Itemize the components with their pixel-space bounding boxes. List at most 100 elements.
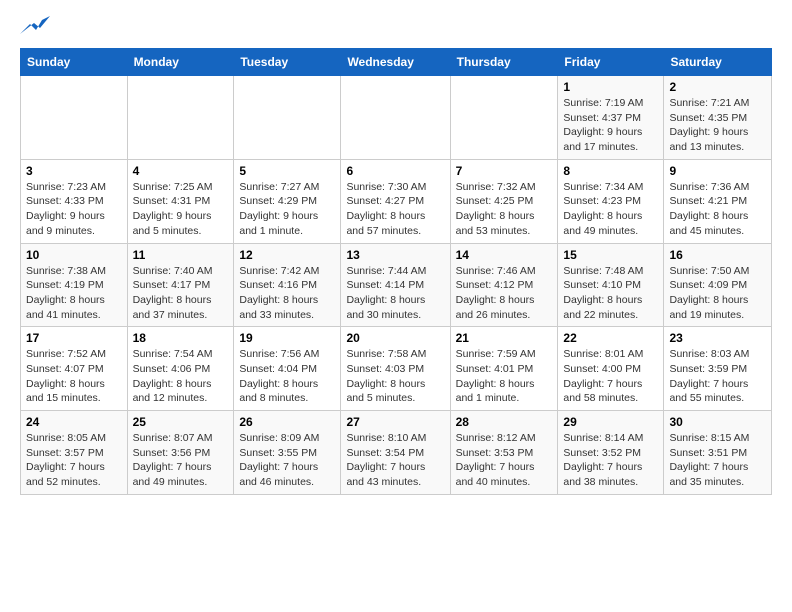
day-info: Sunrise: 7:42 AM Sunset: 4:16 PM Dayligh…	[239, 264, 335, 323]
day-info: Sunrise: 8:12 AM Sunset: 3:53 PM Dayligh…	[456, 431, 553, 490]
calendar-cell: 6 Sunrise: 7:30 AM Sunset: 4:27 PM Daylig…	[341, 159, 450, 243]
day-number: 16	[669, 248, 766, 262]
day-number: 17	[26, 331, 122, 345]
col-header-sunday: Sunday	[21, 49, 128, 76]
day-info: Sunrise: 8:09 AM Sunset: 3:55 PM Dayligh…	[239, 431, 335, 490]
day-info: Sunrise: 7:52 AM Sunset: 4:07 PM Dayligh…	[26, 347, 122, 406]
calendar-cell: 24Sunrise: 8:05 AM Sunset: 3:57 PM Dayli…	[21, 411, 128, 495]
day-info: Sunrise: 7:27 AM Sunset: 4:29 PM Dayligh…	[239, 180, 335, 239]
calendar-cell: 20 Sunrise: 7:58 AM Sunset: 4:03 PM Dayli…	[341, 327, 450, 411]
calendar-cell: 8 Sunrise: 7:34 AM Sunset: 4:23 PM Daylig…	[558, 159, 664, 243]
calendar-cell	[341, 76, 450, 160]
calendar-header-row: SundayMondayTuesdayWednesdayThursdayFrid…	[21, 49, 772, 76]
calendar-week-5: 24Sunrise: 8:05 AM Sunset: 3:57 PM Dayli…	[21, 411, 772, 495]
day-number: 24	[26, 415, 122, 429]
day-number: 5	[239, 164, 335, 178]
calendar-cell: 16 Sunrise: 7:50 AM Sunset: 4:09 PM Dayli…	[664, 243, 772, 327]
calendar-cell: 29 Sunrise: 8:14 AM Sunset: 3:52 PM Dayli…	[558, 411, 664, 495]
day-number: 23	[669, 331, 766, 345]
day-number: 26	[239, 415, 335, 429]
day-info: Sunrise: 7:21 AM Sunset: 4:35 PM Dayligh…	[669, 96, 766, 155]
calendar-cell: 28 Sunrise: 8:12 AM Sunset: 3:53 PM Dayli…	[450, 411, 558, 495]
day-number: 9	[669, 164, 766, 178]
day-info: Sunrise: 7:36 AM Sunset: 4:21 PM Dayligh…	[669, 180, 766, 239]
day-info: Sunrise: 7:59 AM Sunset: 4:01 PM Dayligh…	[456, 347, 553, 406]
calendar-cell: 14Sunrise: 7:46 AM Sunset: 4:12 PM Dayli…	[450, 243, 558, 327]
day-info: Sunrise: 7:50 AM Sunset: 4:09 PM Dayligh…	[669, 264, 766, 323]
calendar-cell: 17 Sunrise: 7:52 AM Sunset: 4:07 PM Dayli…	[21, 327, 128, 411]
day-info: Sunrise: 7:40 AM Sunset: 4:17 PM Dayligh…	[133, 264, 229, 323]
calendar-cell: 26 Sunrise: 8:09 AM Sunset: 3:55 PM Dayli…	[234, 411, 341, 495]
logo	[20, 16, 54, 38]
calendar-cell: 10 Sunrise: 7:38 AM Sunset: 4:19 PM Dayli…	[21, 243, 128, 327]
day-info: Sunrise: 8:14 AM Sunset: 3:52 PM Dayligh…	[563, 431, 658, 490]
calendar-cell: 18 Sunrise: 7:54 AM Sunset: 4:06 PM Dayli…	[127, 327, 234, 411]
calendar-cell: 9 Sunrise: 7:36 AM Sunset: 4:21 PM Daylig…	[664, 159, 772, 243]
day-info: Sunrise: 7:23 AM Sunset: 4:33 PM Dayligh…	[26, 180, 122, 239]
calendar-cell: 2 Sunrise: 7:21 AM Sunset: 4:35 PM Daylig…	[664, 76, 772, 160]
day-info: Sunrise: 7:48 AM Sunset: 4:10 PM Dayligh…	[563, 264, 658, 323]
day-number: 15	[563, 248, 658, 262]
day-number: 7	[456, 164, 553, 178]
calendar-cell	[127, 76, 234, 160]
day-number: 11	[133, 248, 229, 262]
day-number: 10	[26, 248, 122, 262]
day-info: Sunrise: 8:01 AM Sunset: 4:00 PM Dayligh…	[563, 347, 658, 406]
page-header	[20, 16, 772, 38]
col-header-thursday: Thursday	[450, 49, 558, 76]
calendar-cell: 12 Sunrise: 7:42 AM Sunset: 4:16 PM Dayli…	[234, 243, 341, 327]
day-info: Sunrise: 7:30 AM Sunset: 4:27 PM Dayligh…	[346, 180, 444, 239]
day-number: 21	[456, 331, 553, 345]
day-info: Sunrise: 8:10 AM Sunset: 3:54 PM Dayligh…	[346, 431, 444, 490]
day-info: Sunrise: 7:54 AM Sunset: 4:06 PM Dayligh…	[133, 347, 229, 406]
day-number: 8	[563, 164, 658, 178]
calendar-cell: 30Sunrise: 8:15 AM Sunset: 3:51 PM Dayli…	[664, 411, 772, 495]
calendar-cell: 13 Sunrise: 7:44 AM Sunset: 4:14 PM Dayli…	[341, 243, 450, 327]
calendar-week-3: 10 Sunrise: 7:38 AM Sunset: 4:19 PM Dayli…	[21, 243, 772, 327]
day-info: Sunrise: 8:03 AM Sunset: 3:59 PM Dayligh…	[669, 347, 766, 406]
calendar-cell: 7 Sunrise: 7:32 AM Sunset: 4:25 PM Daylig…	[450, 159, 558, 243]
calendar-cell: 3 Sunrise: 7:23 AM Sunset: 4:33 PM Daylig…	[21, 159, 128, 243]
day-number: 29	[563, 415, 658, 429]
day-number: 18	[133, 331, 229, 345]
day-number: 2	[669, 80, 766, 94]
calendar-cell: 22 Sunrise: 8:01 AM Sunset: 4:00 PM Dayli…	[558, 327, 664, 411]
day-number: 13	[346, 248, 444, 262]
col-header-saturday: Saturday	[664, 49, 772, 76]
calendar-week-2: 3 Sunrise: 7:23 AM Sunset: 4:33 PM Daylig…	[21, 159, 772, 243]
calendar-table: SundayMondayTuesdayWednesdayThursdayFrid…	[20, 48, 772, 495]
day-info: Sunrise: 7:19 AM Sunset: 4:37 PM Dayligh…	[563, 96, 658, 155]
col-header-monday: Monday	[127, 49, 234, 76]
day-info: Sunrise: 8:07 AM Sunset: 3:56 PM Dayligh…	[133, 431, 229, 490]
calendar-cell: 4 Sunrise: 7:25 AM Sunset: 4:31 PM Daylig…	[127, 159, 234, 243]
day-number: 4	[133, 164, 229, 178]
day-number: 14	[456, 248, 553, 262]
day-info: Sunrise: 7:32 AM Sunset: 4:25 PM Dayligh…	[456, 180, 553, 239]
day-info: Sunrise: 7:44 AM Sunset: 4:14 PM Dayligh…	[346, 264, 444, 323]
day-number: 25	[133, 415, 229, 429]
logo-icon	[20, 16, 50, 38]
day-number: 3	[26, 164, 122, 178]
calendar-cell: 1 Sunrise: 7:19 AM Sunset: 4:37 PM Daylig…	[558, 76, 664, 160]
calendar-cell: 15 Sunrise: 7:48 AM Sunset: 4:10 PM Dayli…	[558, 243, 664, 327]
day-info: Sunrise: 7:38 AM Sunset: 4:19 PM Dayligh…	[26, 264, 122, 323]
day-info: Sunrise: 7:34 AM Sunset: 4:23 PM Dayligh…	[563, 180, 658, 239]
calendar-week-4: 17 Sunrise: 7:52 AM Sunset: 4:07 PM Dayli…	[21, 327, 772, 411]
calendar-cell: 23 Sunrise: 8:03 AM Sunset: 3:59 PM Dayli…	[664, 327, 772, 411]
day-number: 1	[563, 80, 658, 94]
calendar-cell: 5 Sunrise: 7:27 AM Sunset: 4:29 PM Daylig…	[234, 159, 341, 243]
day-info: Sunrise: 7:58 AM Sunset: 4:03 PM Dayligh…	[346, 347, 444, 406]
day-number: 27	[346, 415, 444, 429]
day-info: Sunrise: 8:15 AM Sunset: 3:51 PM Dayligh…	[669, 431, 766, 490]
day-number: 12	[239, 248, 335, 262]
calendar-cell: 25 Sunrise: 8:07 AM Sunset: 3:56 PM Dayli…	[127, 411, 234, 495]
calendar-cell	[21, 76, 128, 160]
day-number: 20	[346, 331, 444, 345]
calendar-cell: 11 Sunrise: 7:40 AM Sunset: 4:17 PM Dayli…	[127, 243, 234, 327]
day-number: 6	[346, 164, 444, 178]
col-header-wednesday: Wednesday	[341, 49, 450, 76]
day-number: 22	[563, 331, 658, 345]
calendar-cell	[450, 76, 558, 160]
day-info: Sunrise: 7:25 AM Sunset: 4:31 PM Dayligh…	[133, 180, 229, 239]
day-number: 28	[456, 415, 553, 429]
